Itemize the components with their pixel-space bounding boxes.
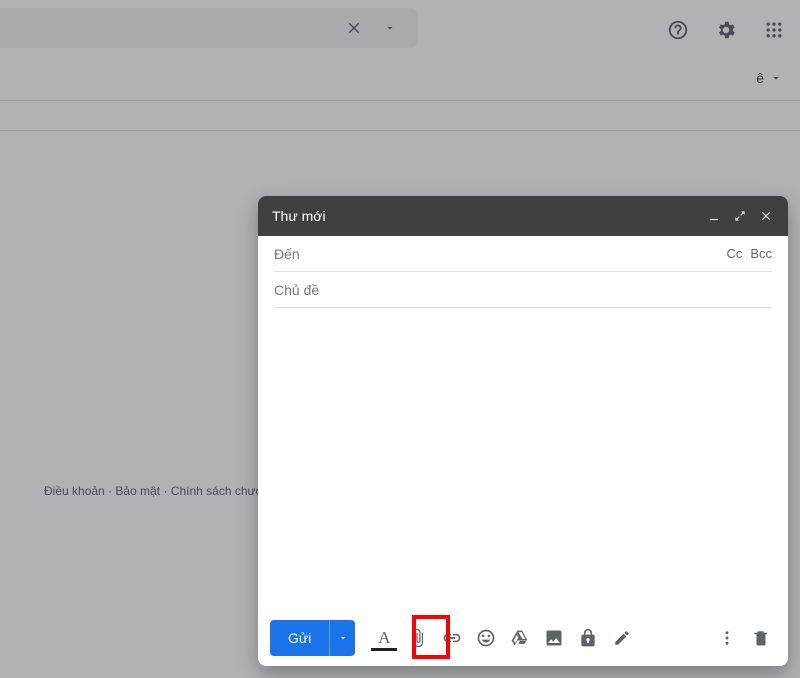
discard-draft-icon[interactable] (746, 620, 776, 656)
send-options-dropdown[interactable] (329, 620, 355, 656)
bcc-toggle[interactable]: Bcc (750, 246, 772, 261)
formatting-options-icon[interactable]: A (369, 620, 399, 656)
insert-signature-icon[interactable] (607, 620, 637, 656)
subject-field-row[interactable]: Chủ đề (274, 272, 772, 308)
insert-link-icon[interactable] (437, 620, 467, 656)
cc-toggle[interactable]: Cc (726, 246, 742, 261)
insert-photo-icon[interactable] (539, 620, 569, 656)
insert-emoji-icon[interactable] (471, 620, 501, 656)
compose-toolbar: Gửi A (258, 610, 788, 666)
more-options-icon[interactable] (712, 620, 742, 656)
minimize-icon[interactable] (706, 208, 722, 224)
to-field-row[interactable]: Đến Cc Bcc (274, 236, 772, 272)
compose-header[interactable]: Thư mới (258, 196, 788, 236)
subject-placeholder: Chủ đề (274, 282, 319, 298)
confidential-mode-icon[interactable] (573, 620, 603, 656)
compose-dialog: Thư mới Đến Cc Bcc Chủ đề Gửi (258, 196, 788, 666)
send-button[interactable]: Gửi (270, 620, 329, 656)
close-icon[interactable] (758, 208, 774, 224)
compose-title: Thư mới (272, 208, 326, 224)
message-body-editor[interactable] (274, 308, 772, 610)
insert-drive-icon[interactable] (505, 620, 535, 656)
to-label: Đến (274, 246, 300, 262)
fullscreen-icon[interactable] (732, 208, 748, 224)
attach-file-icon[interactable] (403, 620, 433, 656)
send-button-group: Gửi (270, 620, 355, 656)
